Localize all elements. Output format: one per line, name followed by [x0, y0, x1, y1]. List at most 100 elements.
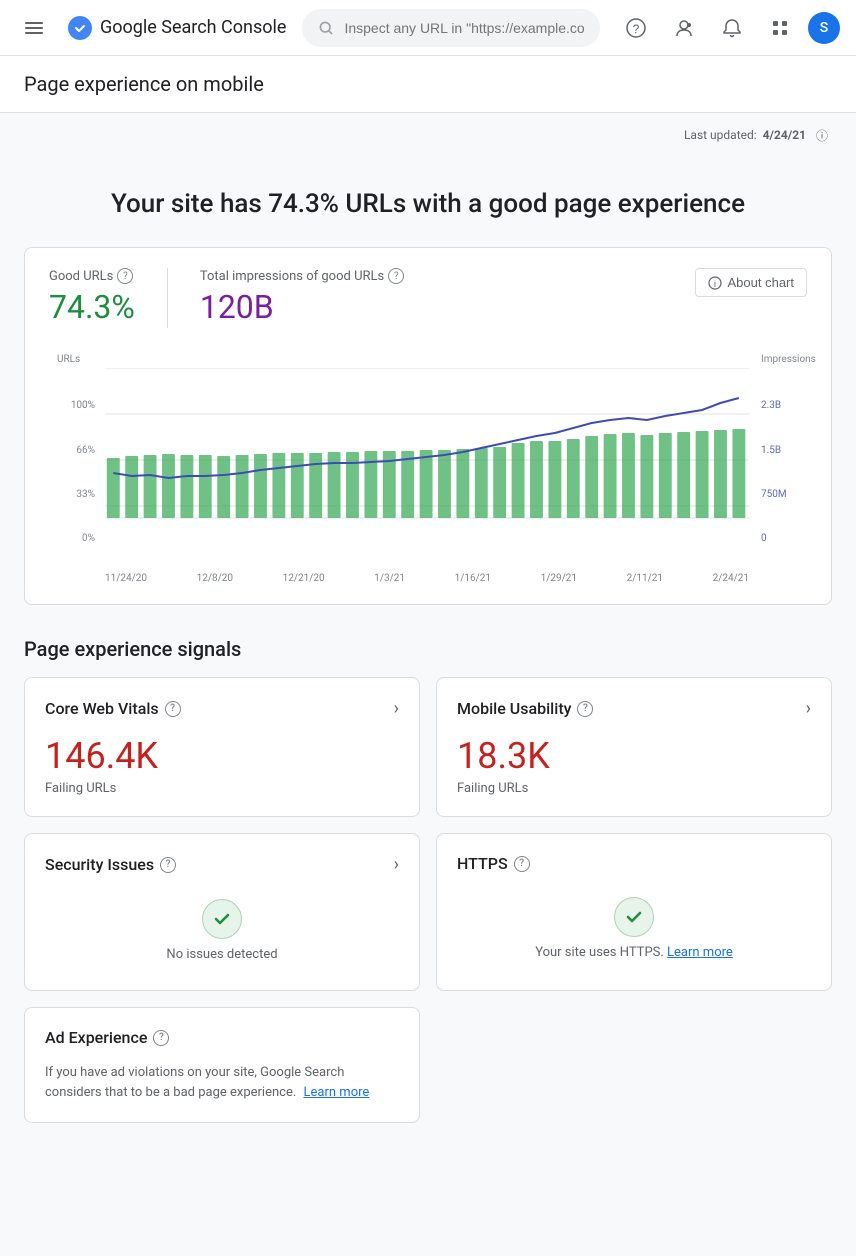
security-issues-text: No issues detected — [166, 947, 277, 962]
ad-experience-learn-more-link[interactable]: Learn more — [304, 1085, 370, 1100]
chart-section: URLs 100% 66% 33% 0% Impressions 2.3B 1.… — [49, 344, 807, 584]
impressions-value: 120B — [200, 288, 404, 326]
accounts-button[interactable] — [664, 8, 704, 48]
search-console-logo-icon — [68, 16, 92, 40]
x-label-2: 12/8/20 — [197, 573, 233, 584]
notifications-button[interactable] — [712, 8, 752, 48]
info-circle-icon: i — [708, 276, 722, 290]
x-label-7: 2/11/21 — [627, 573, 663, 584]
mobile-usability-header: Mobile Usability ? › — [457, 698, 811, 719]
good-urls-metric: Good URLs ? 74.3% — [49, 268, 135, 326]
svg-text:i: i — [714, 279, 716, 289]
hero-title: Your site has 74.3% URLs with a good pag… — [24, 189, 832, 219]
mobile-usability-failing-label: Failing URLs — [457, 781, 811, 796]
impressions-metric: Total impressions of good URLs ? 120B — [200, 268, 404, 326]
impressions-label: Total impressions of good URLs ? — [200, 268, 404, 284]
last-updated-help-button[interactable]: ⓘ — [812, 125, 832, 145]
app-name: Google Search Console — [100, 17, 286, 38]
last-updated-label: Last updated: — [684, 128, 757, 142]
https-status: Your site uses HTTPS. Learn more — [457, 889, 811, 968]
x-label-8: 2/24/21 — [713, 573, 749, 584]
x-label-5: 1/16/21 — [455, 573, 491, 584]
card-metrics: Good URLs ? 74.3% Total impressions of g… — [49, 268, 807, 328]
security-issues-chevron-icon[interactable]: › — [394, 854, 399, 875]
y-left-33: 33% — [57, 489, 95, 500]
grid-icon — [770, 18, 790, 38]
https-card: HTTPS ? Your site uses HTTPS. Learn more — [436, 833, 832, 991]
mobile-usability-failing-value: 18.3K — [457, 735, 811, 777]
mobile-usability-card: Mobile Usability ? › 18.3K Failing URLs — [436, 677, 832, 817]
apps-button[interactable] — [760, 8, 800, 48]
https-header: HTTPS ? — [457, 854, 811, 873]
url-search-input[interactable] — [344, 20, 584, 36]
signals-section: Page experience signals Core Web Vitals … — [24, 637, 832, 1123]
https-status-text: Your site uses HTTPS. Learn more — [535, 945, 733, 960]
mobile-usability-chevron-icon[interactable]: › — [806, 698, 811, 719]
ad-experience-header: Ad Experience ? — [45, 1028, 399, 1047]
x-label-6: 1/29/21 — [541, 573, 577, 584]
y-right-0: 0 — [761, 533, 799, 544]
core-web-vitals-title: Core Web Vitals ? — [45, 699, 181, 718]
y-right-2-3b: 2.3B — [761, 400, 799, 411]
ad-experience-title: Ad Experience ? — [45, 1028, 169, 1047]
x-label-4: 1/3/21 — [374, 573, 405, 584]
page-title: Page experience on mobile — [24, 72, 832, 96]
good-urls-label: Good URLs ? — [49, 268, 135, 284]
y-right-1-5b: 1.5B — [761, 445, 799, 456]
y-right-title: Impressions — [761, 354, 799, 365]
core-web-vitals-help-icon[interactable]: ? — [165, 701, 181, 717]
security-issues-help-icon[interactable]: ? — [160, 857, 176, 873]
svg-text:?: ? — [633, 22, 640, 36]
core-web-vitals-card: Core Web Vitals ? › 146.4K Failing URLs — [24, 677, 420, 817]
x-label-1: 11/24/20 — [105, 573, 147, 584]
menu-button[interactable] — [16, 10, 52, 46]
checkmark-icon — [624, 907, 644, 927]
https-title: HTTPS ? — [457, 854, 530, 873]
checkmark-icon — [212, 909, 232, 929]
bar-group — [107, 429, 745, 518]
main-chart-svg — [105, 368, 749, 553]
about-chart-button[interactable]: i About chart — [695, 268, 808, 297]
https-check-circle — [614, 897, 654, 937]
security-issues-title: Security Issues ? — [45, 855, 176, 874]
core-web-vitals-chevron-icon[interactable]: › — [394, 698, 399, 719]
good-urls-help-icon[interactable]: ? — [117, 268, 133, 284]
y-left-66: 66% — [57, 445, 95, 456]
help-icon: ? — [626, 18, 646, 38]
main-chart-card: Good URLs ? 74.3% Total impressions of g… — [24, 247, 832, 605]
security-check-circle — [202, 899, 242, 939]
main-content: Last updated: 4/24/21 ⓘ Your site has 74… — [0, 113, 856, 1163]
header: Google Search Console ? — [0, 0, 856, 56]
bell-icon — [722, 18, 742, 38]
page-title-bar: Page experience on mobile — [0, 56, 856, 113]
https-help-icon[interactable]: ? — [514, 856, 530, 872]
hero-section: Your site has 74.3% URLs with a good pag… — [24, 157, 832, 247]
avatar[interactable]: S — [808, 12, 840, 44]
impressions-help-icon[interactable]: ? — [388, 268, 404, 284]
y-right-750m: 750M — [761, 489, 799, 500]
menu-icon — [25, 22, 43, 34]
ad-experience-help-icon[interactable]: ? — [153, 1030, 169, 1046]
https-learn-more-link[interactable]: Learn more — [667, 945, 733, 960]
security-issues-card: Security Issues ? › No issues detected — [24, 833, 420, 991]
y-left-0: 0% — [57, 533, 95, 544]
y-left-title: URLs — [57, 354, 95, 365]
security-issues-status: No issues detected — [45, 891, 399, 970]
mobile-usability-help-icon[interactable]: ? — [577, 701, 593, 717]
metric-divider — [167, 268, 168, 328]
ad-experience-description: If you have ad violations on your site, … — [45, 1063, 399, 1102]
search-icon — [318, 20, 334, 36]
header-actions: ? S — [616, 8, 840, 48]
x-label-3: 12/21/20 — [283, 573, 325, 584]
url-search-bar[interactable] — [302, 9, 600, 47]
core-web-vitals-failing-value: 146.4K — [45, 735, 399, 777]
core-web-vitals-failing-label: Failing URLs — [45, 781, 399, 796]
last-updated-date: 4/24/21 — [763, 128, 806, 142]
signals-grid: Core Web Vitals ? › 146.4K Failing URLs … — [24, 677, 832, 1123]
last-updated-bar: Last updated: 4/24/21 ⓘ — [24, 113, 832, 157]
security-issues-header: Security Issues ? › — [45, 854, 399, 875]
help-button[interactable]: ? — [616, 8, 656, 48]
signals-title: Page experience signals — [24, 637, 832, 661]
app-logo: Google Search Console — [68, 16, 286, 40]
y-left-100: 100% — [57, 400, 95, 411]
